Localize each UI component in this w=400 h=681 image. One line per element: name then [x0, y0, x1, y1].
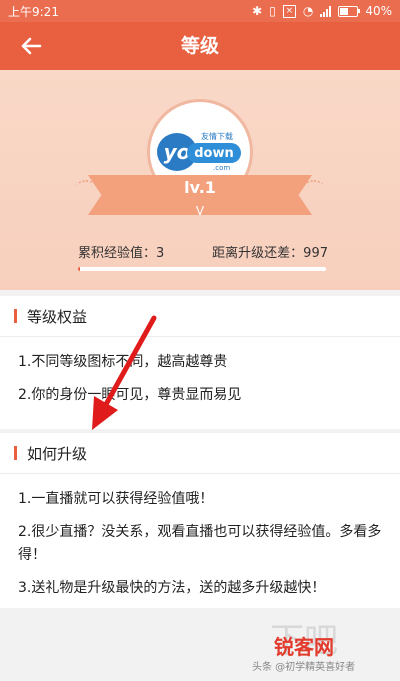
status-time: 上午9:21: [8, 4, 59, 19]
upgrade-list: 1.一直播就可以获得经验值哦！ 2.很少直播？没关系，观看直播也可以获得经验值。…: [0, 474, 400, 600]
upgrade-card: 如何升级 1.一直播就可以获得经验值哦！ 2.很少直播？没关系，观看直播也可以获…: [0, 433, 400, 608]
battery-icon: [338, 5, 361, 17]
accumulated-exp: 累积经验值：3: [78, 246, 165, 261]
watermark-author: 头条 @初学精英喜好者: [252, 662, 356, 673]
status-icons: ✱ ▯ × ◔ 40%: [252, 4, 392, 18]
benefits-list: 1.不同等级图标不同，越高越尊贵 2.你的身份一眼可见，尊贵显而易见: [0, 337, 400, 407]
back-button[interactable]: [14, 30, 48, 62]
experience-row: 累积经验值：3 距离升级还差：997: [78, 242, 328, 261]
page-title: 等级: [180, 35, 219, 57]
logo-domain: .com: [213, 164, 231, 172]
wifi-icon: ◔: [302, 4, 314, 18]
list-item: 1.一直播就可以获得经验值哦！: [18, 491, 214, 507]
benefits-header: 等级权益: [0, 296, 400, 337]
back-arrow-icon: [21, 37, 42, 55]
upgrade-header: 如何升级: [0, 433, 400, 474]
watermark: 下吧 锐客网 头条 @初学精英喜好者: [252, 621, 392, 675]
benefits-title: 等级权益: [27, 307, 88, 326]
status-bar: 上午9:21 ✱ ▯ × ◔ 40%: [0, 0, 400, 22]
vibrate-icon: ▯: [269, 4, 276, 18]
site-logo: yo down 友情下载 .com: [157, 129, 243, 175]
level-progress-fill: [78, 267, 81, 271]
app-header: 等级: [0, 22, 400, 70]
list-item: 2.你的身份一眼可见，尊贵显而易见: [18, 387, 242, 403]
no-sim-icon: ×: [282, 4, 296, 18]
exp-to-next-level: 距离升级还差：997: [212, 246, 328, 261]
logo-word: down: [187, 143, 241, 163]
level-sub-label: V: [195, 204, 205, 218]
watermark-site: 锐客网: [274, 635, 334, 659]
level-progress-bar: [78, 267, 326, 271]
section-accent-bar: [14, 446, 17, 460]
battery-percent: 40%: [365, 4, 392, 18]
level-hero: yo down 友情下载 .com lv.1 V 累积经验值：3 距离升级还差：…: [0, 70, 400, 290]
list-item: 2.很少直播？没关系，观看直播也可以获得经验值。多看多得！: [18, 524, 382, 563]
logo-tagline: 友情下载: [201, 132, 233, 141]
list-item: 3.送礼物是升级最快的方法，送的越多升级越快！: [18, 580, 326, 596]
list-item: 1.不同等级图标不同，越高越尊贵: [18, 354, 228, 370]
bluetooth-icon: ✱: [252, 4, 263, 18]
level-label: lv.1: [184, 178, 216, 197]
signal-icon: [320, 5, 332, 17]
benefits-card: 等级权益 1.不同等级图标不同，越高越尊贵 2.你的身份一眼可见，尊贵显而易见: [0, 296, 400, 429]
section-accent-bar: [14, 309, 17, 323]
upgrade-title: 如何升级: [27, 444, 88, 463]
